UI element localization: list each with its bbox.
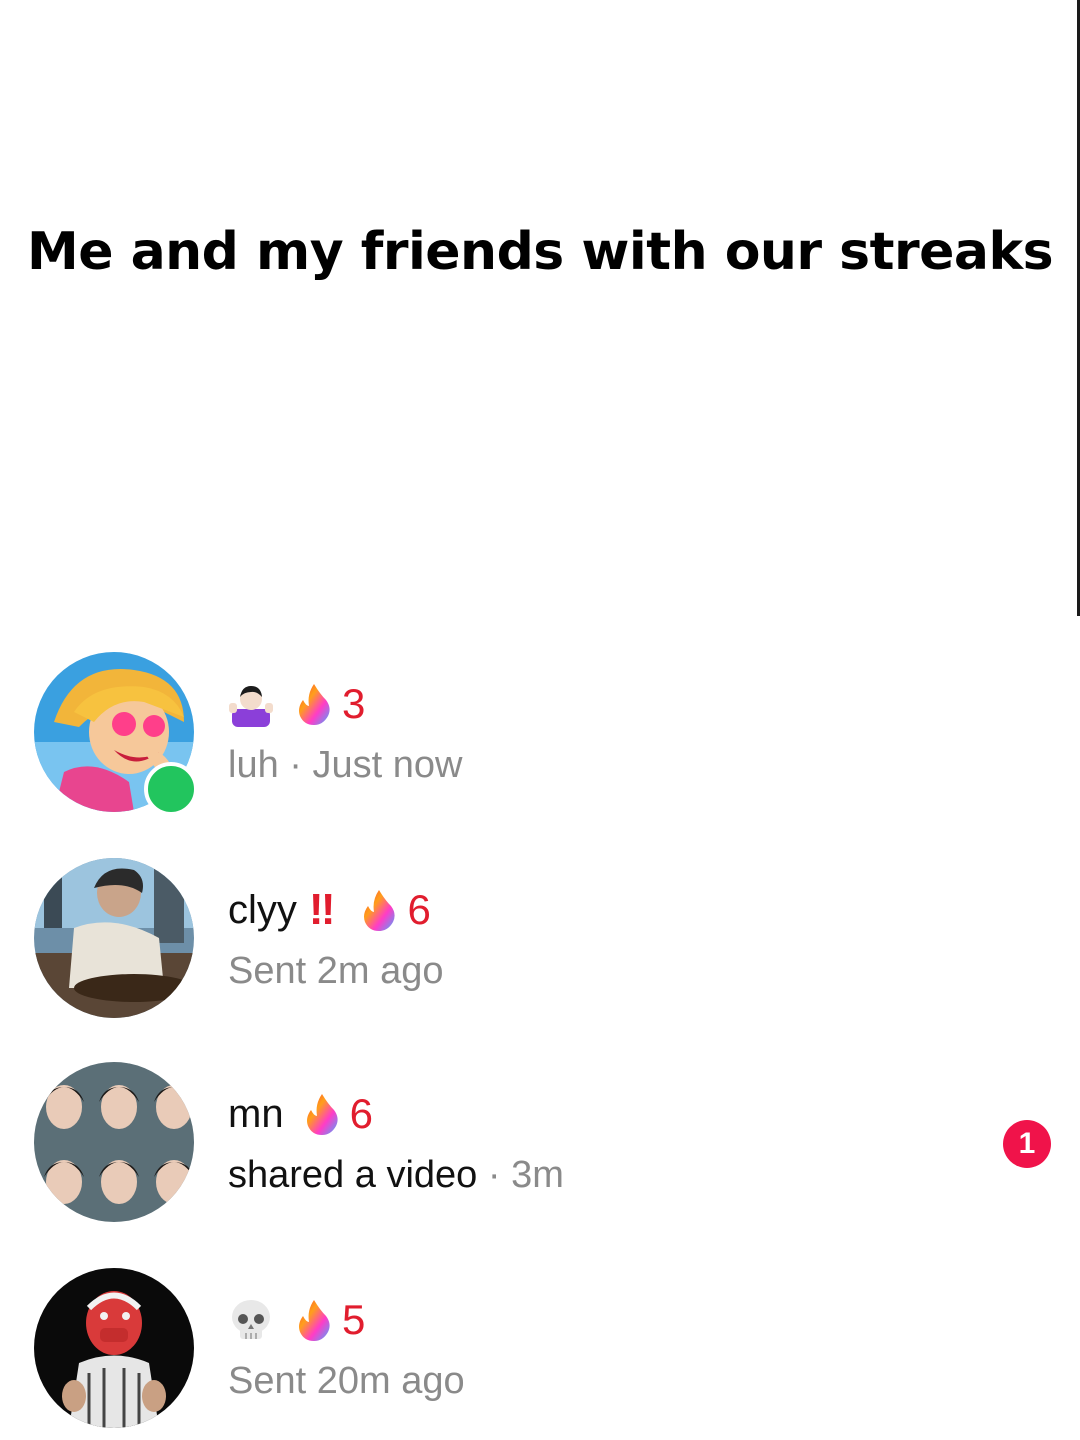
status-activity: shared a video bbox=[228, 1154, 478, 1196]
chat-row[interactable]: mn 6 shared a video · 3m 1 bbox=[0, 1062, 1080, 1232]
status-time: 3m bbox=[511, 1154, 564, 1196]
flame-icon bbox=[304, 1092, 340, 1136]
online-status-dot bbox=[144, 762, 198, 816]
streak-count: 6 bbox=[407, 886, 431, 933]
unread-count-badge: 1 bbox=[1003, 1120, 1051, 1168]
meme-page: Me and my friends with our streaks 3 luh… bbox=[0, 0, 1080, 1440]
chat-title-line: 3 bbox=[228, 678, 365, 730]
status-separator: · bbox=[278, 744, 313, 786]
chat-status-line: Sent 2m ago bbox=[228, 950, 444, 992]
chat-title-line: 5 bbox=[228, 1294, 365, 1346]
avatar[interactable] bbox=[34, 1062, 194, 1222]
flame-icon bbox=[361, 888, 397, 932]
person-shrugging-emoji-icon bbox=[228, 681, 274, 727]
chat-row[interactable]: 3 luh · Just now bbox=[0, 652, 1080, 822]
chat-title-line: clyy ‼ 6 bbox=[228, 884, 431, 936]
chat-status-line: Sent 20m ago bbox=[228, 1360, 465, 1402]
avatar[interactable] bbox=[34, 1268, 194, 1428]
flame-icon bbox=[296, 1298, 332, 1342]
flame-icon bbox=[296, 682, 332, 726]
streak-count: 3 bbox=[342, 680, 366, 727]
chat-row[interactable]: 5 Sent 20m ago bbox=[0, 1268, 1080, 1438]
chat-row[interactable]: clyy ‼ 6 Sent 2m ago bbox=[0, 858, 1080, 1028]
double-exclamation-emoji: ‼ bbox=[308, 885, 336, 934]
avatar[interactable] bbox=[34, 858, 194, 1018]
streak-count: 5 bbox=[342, 1296, 366, 1343]
status-separator: · bbox=[477, 1154, 512, 1196]
meme-caption: Me and my friends with our streaks bbox=[26, 222, 1054, 282]
status-time: Just now bbox=[312, 744, 463, 786]
status-prefix: luh bbox=[228, 744, 279, 786]
chat-status-line: luh · Just now bbox=[228, 744, 462, 787]
contact-name: clyy bbox=[228, 887, 297, 932]
contact-name: mn bbox=[228, 1091, 284, 1136]
skull-emoji-icon bbox=[228, 1297, 274, 1343]
chat-status-line: shared a video · 3m bbox=[228, 1154, 564, 1197]
streak-count: 6 bbox=[349, 1090, 373, 1137]
chat-title-line: mn 6 bbox=[228, 1088, 373, 1140]
